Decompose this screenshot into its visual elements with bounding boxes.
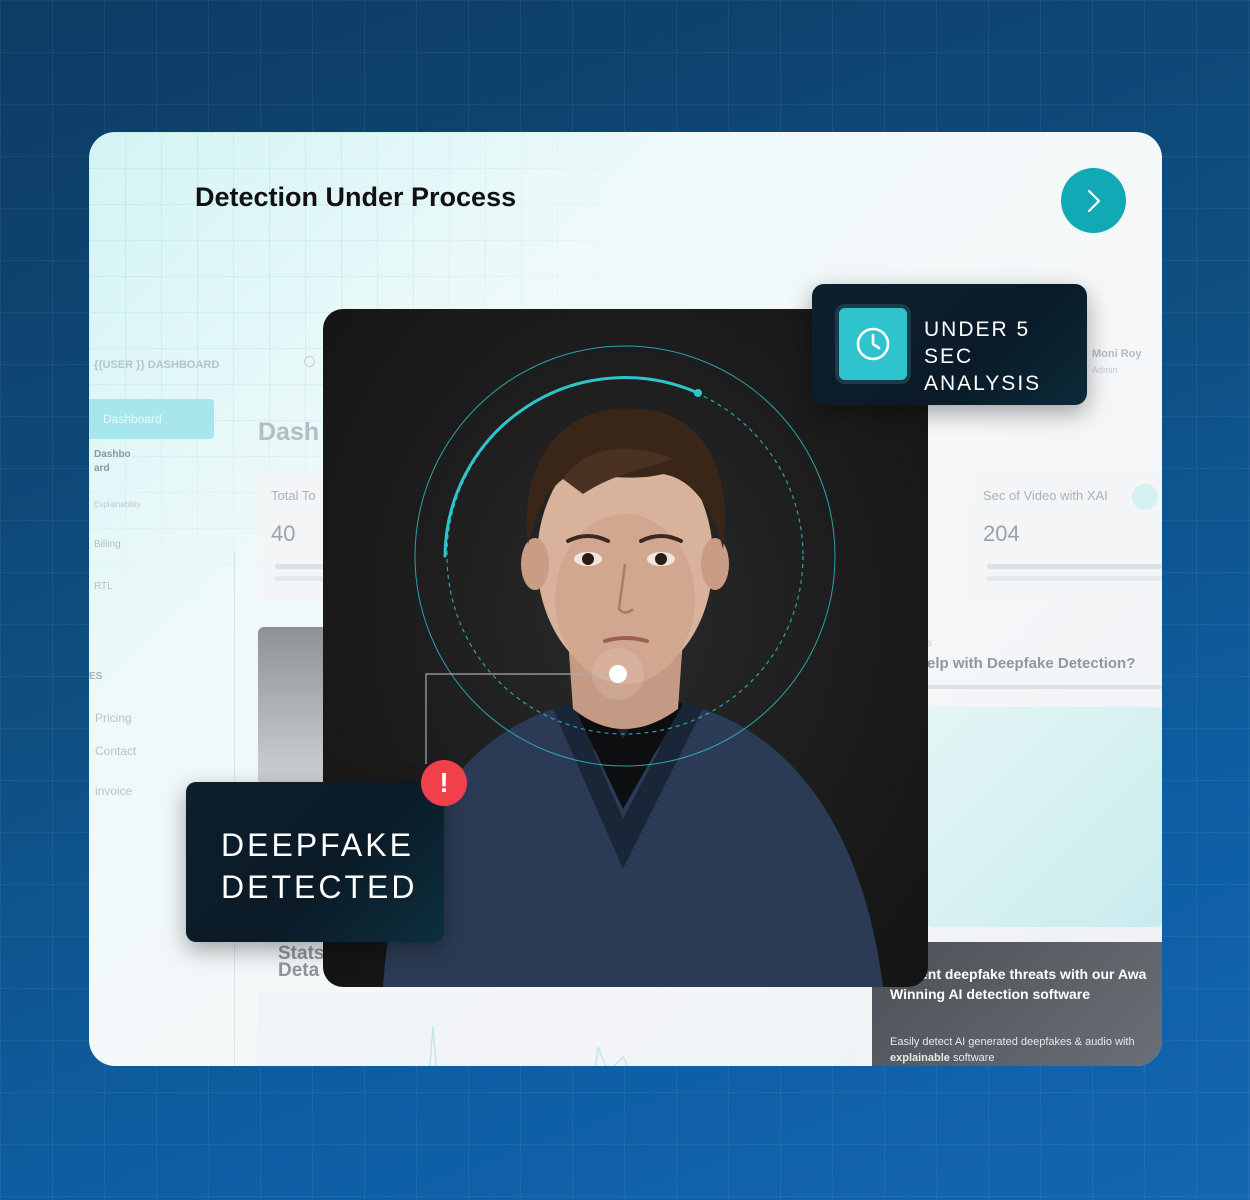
stat-right-icon bbox=[1132, 484, 1158, 510]
help-bar bbox=[927, 685, 1162, 689]
chevron-right-icon bbox=[1087, 189, 1100, 212]
stats-detail-label: Deta bbox=[278, 960, 320, 981]
clock-tile bbox=[839, 308, 907, 380]
sidebar-item-contact[interactable]: Contact bbox=[95, 744, 136, 758]
sidebar-item-explainability[interactable]: Explainability bbox=[94, 500, 141, 509]
stat-left-value: 40 bbox=[271, 521, 296, 546]
user-role: Admin bbox=[1092, 365, 1118, 375]
stat-right-value: 204 bbox=[983, 521, 1020, 546]
promo-body1: Easily detect AI generated deepfakes & a… bbox=[890, 1036, 1135, 1048]
stat-left-label: Total To bbox=[271, 488, 316, 503]
sidebar-item-dashboard-2b[interactable]: ard bbox=[94, 463, 110, 474]
chart-card-background bbox=[258, 992, 858, 1066]
clock-box bbox=[835, 304, 911, 384]
page-heading: Dash bbox=[258, 418, 320, 446]
user-name: Moni Roy bbox=[1092, 348, 1142, 360]
help-image-placeholder bbox=[927, 707, 1162, 927]
sidebar-item-billing[interactable]: Billing bbox=[94, 539, 121, 550]
exclamation-icon: ! bbox=[421, 760, 467, 806]
stat-right-label: Sec of Video with XAI bbox=[983, 488, 1108, 503]
promo-body2-rest: software bbox=[949, 1052, 995, 1064]
sidebar-item-dashboard-2a[interactable]: Dashbo bbox=[94, 449, 131, 460]
stat-right-bar bbox=[987, 564, 1162, 569]
gray-image-placeholder bbox=[258, 627, 328, 787]
sidebar-item-pricing[interactable]: Pricing bbox=[95, 711, 132, 725]
stat-left-bar-2 bbox=[275, 576, 325, 581]
promo-body2-bold: explainable bbox=[890, 1052, 950, 1064]
sidebar-item-invoice[interactable]: invoice bbox=[95, 784, 132, 798]
analysis-text: UNDER 5 SEC ANALYSIS bbox=[924, 316, 1087, 397]
card-title: Detection Under Process bbox=[195, 182, 517, 212]
promo-body2: explainable software bbox=[890, 1052, 995, 1064]
promo-line1: ent deepfake threats with our Awa bbox=[920, 966, 1147, 982]
stat-left-bar bbox=[275, 564, 325, 569]
dashboard-header: {{USER }} DASHBOARD bbox=[94, 359, 220, 371]
deepfake-badge: DEEPFAKE DETECTED bbox=[186, 782, 444, 942]
deepfake-text: DEEPFAKE DETECTED bbox=[221, 824, 417, 908]
sidebar-section-label: ES bbox=[89, 671, 103, 682]
analysis-line2: ANALYSIS bbox=[924, 372, 1042, 395]
stat-right-bar-2 bbox=[987, 576, 1162, 581]
clock-icon bbox=[856, 327, 890, 361]
sidebar-item-dashboard[interactable]: Dashboard bbox=[89, 399, 214, 439]
analysis-badge: UNDER 5 SEC ANALYSIS bbox=[812, 284, 1087, 405]
analysis-line1: UNDER 5 SEC bbox=[924, 318, 1031, 368]
deepfake-line1: DEEPFAKE bbox=[221, 827, 414, 863]
sidebar-item-rtl[interactable]: RTL bbox=[94, 581, 113, 592]
next-button[interactable] bbox=[1061, 168, 1126, 233]
promo-line2: Winning AI detection software bbox=[890, 986, 1091, 1002]
deepfake-line2: DETECTED bbox=[221, 869, 418, 905]
search-icon bbox=[304, 356, 315, 367]
help-heading: elp with Deepfake Detection? bbox=[927, 655, 1136, 672]
